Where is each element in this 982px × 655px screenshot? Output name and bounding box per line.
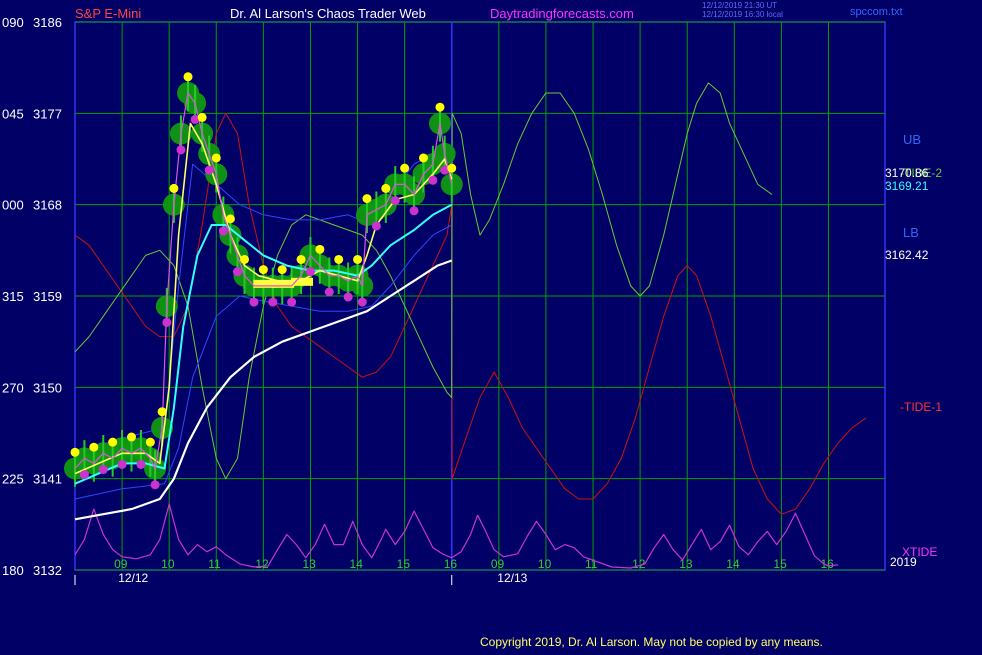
price-plateau-block: [253, 279, 276, 288]
high-marker: [418, 153, 428, 163]
chart-root: 090 3186 045 3177 000 3168 315 3159 270 3150 225 31…: [0, 0, 982, 650]
y-tick-label: 3132: [33, 563, 62, 578]
site-name: Daytradingforecasts.com: [490, 6, 634, 21]
low-marker: [117, 459, 127, 469]
x-tick-label: 10: [161, 557, 175, 571]
high-marker: [400, 163, 410, 173]
high-marker: [183, 72, 193, 82]
x-tick-label: 15: [397, 557, 411, 571]
y-angle-label: 090: [2, 15, 24, 30]
lb-label: LB: [903, 225, 919, 240]
high-marker: [145, 437, 155, 447]
low-marker: [162, 317, 172, 327]
high-marker: [89, 442, 99, 452]
low-marker: [218, 226, 228, 236]
x-tick-label: 09: [491, 557, 505, 571]
low-marker: [324, 287, 334, 297]
tide1-label: -TIDE-1: [900, 400, 942, 414]
high-marker: [127, 432, 137, 442]
low-marker: [428, 175, 438, 185]
y-tick-label: 3141: [33, 472, 62, 487]
low-marker: [232, 267, 242, 277]
low-marker: [176, 145, 186, 155]
high-marker: [381, 183, 391, 193]
x-tick-label: 14: [726, 557, 740, 571]
year-label: 2019: [890, 555, 917, 569]
low-marker: [287, 297, 297, 307]
high-marker: [296, 254, 306, 264]
low-marker: [249, 297, 259, 307]
low-marker: [136, 459, 146, 469]
y-tick-label: 3150: [33, 380, 62, 395]
high-marker: [197, 112, 207, 122]
low-marker: [268, 297, 278, 307]
low-marker: [150, 480, 160, 490]
y-angle-label: 225: [2, 472, 24, 487]
timestamp-utc: 12/12/2019 21:30 UT: [702, 1, 777, 10]
high-marker: [258, 265, 268, 275]
symbol-label: S&P E-Mini: [75, 6, 141, 21]
copyright: Copyright 2019, Dr. Al Larson. May not b…: [480, 635, 823, 649]
x-tick-label: 11: [208, 557, 221, 571]
high-marker: [277, 265, 287, 275]
value-mid: 3169.21: [885, 179, 929, 193]
low-marker: [204, 165, 214, 175]
low-marker: [79, 470, 89, 480]
low-marker: [98, 465, 108, 475]
high-marker: [240, 254, 250, 264]
x-tick-label: 12: [255, 557, 269, 571]
high-marker: [447, 163, 457, 173]
low-marker: [371, 221, 381, 231]
y-angle-label: 270: [2, 380, 24, 395]
high-marker: [169, 183, 179, 193]
chart-title: Dr. Al Larson's Chaos Trader Web: [230, 6, 426, 21]
x-date-label: 12/13: [497, 571, 527, 585]
value-upper: 3170.86: [885, 166, 929, 180]
low-marker: [409, 206, 419, 216]
high-marker: [70, 447, 80, 457]
y-tick-label: 3168: [33, 198, 62, 213]
ub-label: UB: [903, 132, 921, 147]
x-tick-label: 15: [773, 557, 787, 571]
timestamp-local: 12/12/2019 16:30 local: [702, 10, 783, 19]
x-tick-label: 10: [538, 557, 552, 571]
value-lower: 3162.42: [885, 248, 929, 262]
file-name: spccom.txt: [850, 6, 903, 18]
y-angle-label: 315: [2, 289, 24, 304]
low-marker: [357, 297, 367, 307]
high-marker: [108, 437, 118, 447]
y-tick-label: 3177: [33, 106, 62, 121]
chart-background: [0, 0, 982, 650]
low-marker: [343, 292, 353, 302]
y-angle-label: 045: [2, 106, 24, 121]
x-date-label: 12/12: [118, 571, 148, 585]
y-angle-label: 180: [2, 563, 24, 578]
high-marker: [353, 254, 363, 264]
low-marker: [390, 196, 400, 206]
x-tick-label: 16: [444, 557, 458, 571]
high-marker: [334, 254, 344, 264]
high-marker: [211, 153, 221, 163]
x-tick-label: 16: [820, 557, 834, 571]
high-marker: [157, 407, 167, 417]
high-marker: [362, 194, 372, 204]
x-tick-label: 14: [350, 557, 364, 571]
high-marker: [315, 244, 325, 254]
high-marker: [435, 102, 445, 112]
x-tick-label: 09: [114, 557, 128, 571]
price-plateau-block: [291, 277, 314, 286]
y-angle-label: 000: [2, 198, 24, 213]
low-marker: [305, 267, 315, 277]
x-tick-label: 13: [302, 557, 316, 571]
high-marker: [225, 214, 235, 224]
y-tick-label: 3186: [33, 15, 62, 30]
y-tick-label: 3159: [33, 289, 62, 304]
chart-svg: 090 3186 045 3177 000 3168 315 3159 270 3150 225 31…: [0, 0, 982, 650]
